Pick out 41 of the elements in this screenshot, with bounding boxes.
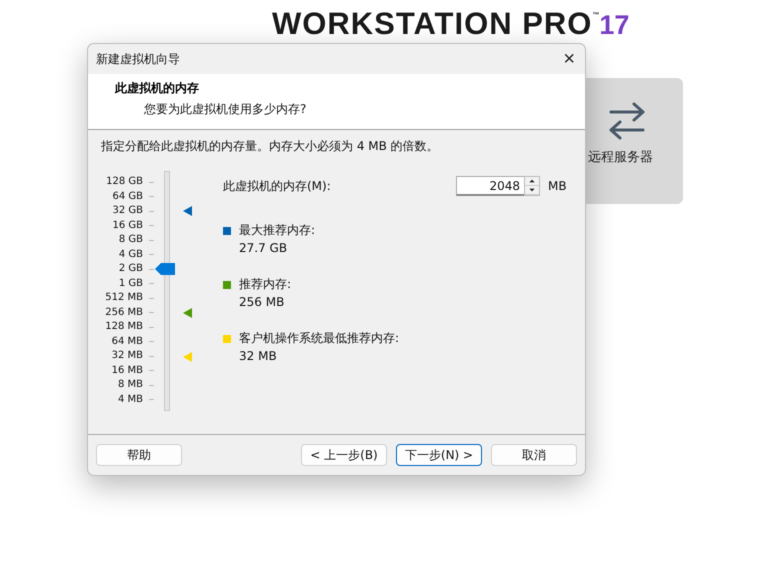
swap-arrows-icon (607, 100, 647, 140)
down-icon[interactable] (525, 186, 539, 195)
dialog-button[interactable]: 下一步(N) > (396, 444, 482, 466)
memory-field[interactable]: 2048 (456, 176, 524, 196)
dialog-button[interactable]: < 上一步(B) (301, 444, 387, 466)
up-icon[interactable] (525, 177, 539, 186)
instruction-text: 指定分配给此虚拟机的内存量。内存大小必须为 4 MB 的倍数。 (100, 138, 440, 155)
close-button[interactable]: × (561, 49, 577, 69)
legend-value: 27.7 GB (239, 241, 288, 255)
scale-label: 2 GB (118, 262, 143, 276)
dialog-button[interactable]: 取消 (491, 444, 577, 466)
window-title: 新建虚拟机向导 (96, 50, 180, 68)
scale-label: 8 GB (118, 233, 143, 248)
scale-label: 4 GB (118, 248, 143, 262)
legend-value: 32 MB (239, 349, 278, 363)
scale-label: 4 MB (118, 392, 143, 407)
scale-label: 32 GB (112, 204, 143, 218)
slider-thumb[interactable] (155, 263, 175, 276)
unit-label: MB (548, 179, 568, 193)
scale-label: 256 MB (105, 306, 143, 320)
card-label: 远程服务器 (588, 149, 653, 166)
legend-label: 推荐内存: (239, 276, 292, 293)
memory-label: 此虚拟机的内存(M): (223, 178, 332, 194)
version-number: 17 (599, 10, 630, 41)
header-title: 此虚拟机的内存 (115, 80, 200, 97)
logo-text: WORKSTATION PRO (272, 6, 592, 42)
legend-label: 客户机操作系统最低推荐内存: (239, 330, 400, 347)
scale-label: 8 MB (118, 378, 143, 392)
legend-value: 256 MB (239, 295, 286, 309)
scale-label: 16 MB (112, 364, 143, 378)
scale-label: 64 MB (112, 334, 143, 349)
header-subtitle: 您要为此虚拟机使用多少内存? (144, 101, 308, 118)
scale-label: 32 MB (112, 349, 143, 364)
scale-label: 512 MB (105, 291, 143, 306)
legend-label: 最大推荐内存: (239, 222, 316, 239)
help-button[interactable]: 帮助 (96, 444, 182, 466)
scale-label: 16 GB (112, 218, 143, 233)
scale-label: 64 GB (112, 190, 143, 204)
scale-label: 1 GB (118, 276, 143, 291)
scale-label: 128 GB (106, 175, 143, 189)
scale-label: 128 MB (105, 320, 143, 334)
